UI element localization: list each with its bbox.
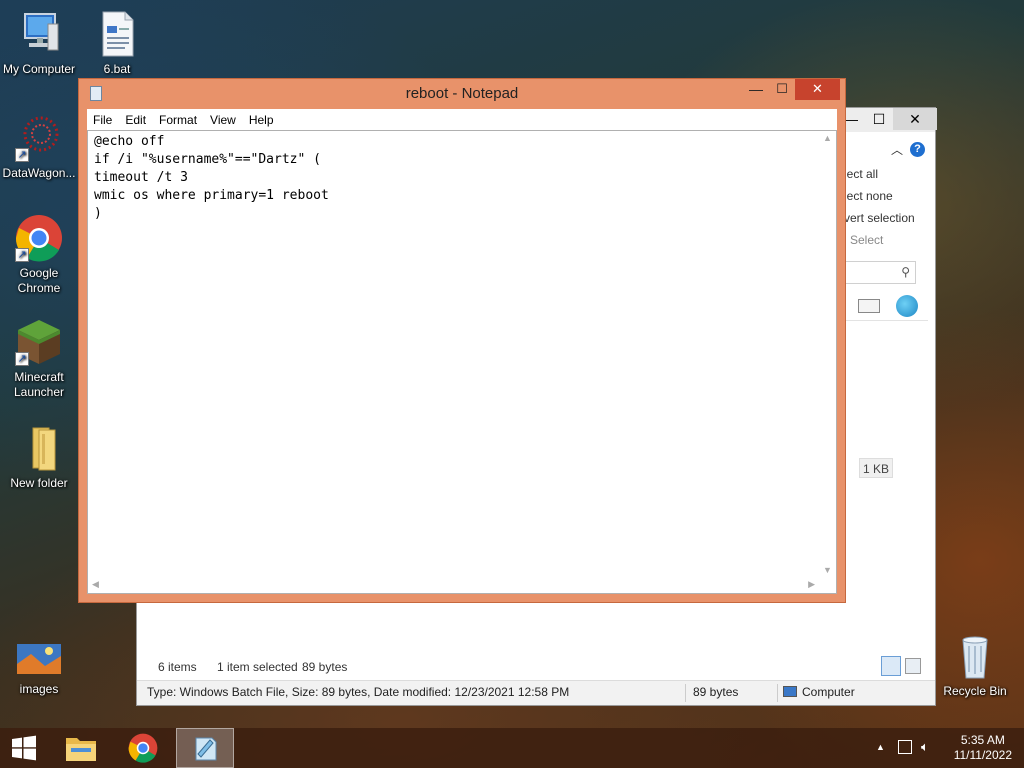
notepad-text-area[interactable]: @echo off if /i "%username%"=="Dartz" ( …	[87, 130, 837, 594]
folder-icon	[15, 424, 63, 472]
desktop-icon-label: images	[19, 682, 59, 696]
notepad-close-button[interactable]: ✕	[795, 79, 840, 100]
ribbon-select-group: lect all lect none vert selection Select	[844, 163, 928, 251]
windows-logo-icon	[12, 735, 36, 761]
file-explorer-icon	[66, 738, 96, 761]
computer-small-icon	[783, 686, 797, 697]
search-icon: ⚲	[901, 265, 910, 279]
menu-file[interactable]: File	[93, 113, 112, 127]
clock-time: 5:35 AM	[960, 733, 1005, 747]
scroll-right-icon[interactable]: ▶	[808, 579, 815, 590]
desktop-icon-label: Minecraft Launcher	[13, 370, 65, 399]
notepad-minimize-button[interactable]: —	[743, 79, 769, 101]
desktop-icon-minecraft-launcher[interactable]: ↗ Minecraft Launcher	[0, 318, 78, 400]
notepad-content[interactable]: @echo off if /i "%username%"=="Dartz" ( …	[94, 133, 329, 223]
batch-file-icon	[93, 10, 141, 58]
toolbar-row	[844, 293, 928, 321]
taskbar: ▲ 🔈︎ 5:35 AM 11/11/2022	[0, 728, 1024, 768]
details-file-info: Type: Windows Batch File, Size: 89 bytes…	[147, 685, 570, 699]
start-button[interactable]	[0, 728, 48, 768]
desktop-icon-label: 6.bat	[103, 62, 131, 76]
menu-edit[interactable]: Edit	[125, 113, 146, 127]
datawagon-icon: ↗	[15, 114, 63, 162]
clock-date: 11/11/2022	[953, 748, 1012, 762]
vertical-scrollbar[interactable]: ▲ ▼	[819, 131, 836, 576]
desktop-icon-6-bat[interactable]: 6.bat	[78, 10, 156, 77]
scroll-up-icon[interactable]: ▲	[823, 133, 832, 143]
help-icon[interactable]: ?	[910, 142, 925, 157]
notepad-menu-bar: File Edit Format View Help	[87, 109, 837, 130]
notepad-titlebar[interactable]: reboot - Notepad — ☐ ✕	[79, 79, 845, 109]
large-icons-view-icon[interactable]	[905, 658, 921, 674]
desktop-icon-images[interactable]: images	[0, 642, 78, 697]
globe-icon[interactable]	[896, 295, 918, 317]
shortcut-arrow-icon: ↗	[15, 352, 29, 366]
recycle-bin-icon	[951, 632, 999, 680]
details-view-icon[interactable]	[881, 656, 901, 676]
network-icon[interactable]	[898, 740, 912, 754]
desktop-icon-label: My Computer	[2, 62, 76, 76]
computer-icon	[15, 10, 63, 58]
status-selected-size: 89 bytes	[302, 660, 348, 674]
desktop-icon-new-folder[interactable]: New folder	[0, 424, 78, 491]
ribbon-invert-selection[interactable]: vert selection	[844, 207, 928, 229]
taskbar-file-explorer[interactable]	[52, 728, 110, 768]
notepad-window[interactable]: reboot - Notepad — ☐ ✕ File Edit Format …	[78, 78, 846, 603]
search-box[interactable]: ⚲	[844, 261, 916, 284]
ribbon-group-label: Select	[850, 233, 884, 247]
details-location: Computer	[802, 685, 855, 699]
desktop-icon-recycle-bin[interactable]: Recycle Bin	[936, 632, 1014, 699]
desktop-icon-google-chrome[interactable]: ↗ Google Chrome	[0, 214, 78, 296]
scroll-left-icon[interactable]: ◀	[92, 579, 99, 590]
notepad-maximize-button[interactable]: ☐	[769, 79, 795, 101]
desktop-icon-label: Google Chrome	[17, 266, 61, 295]
file-size-cell: 1 KB	[859, 458, 893, 478]
desktop-icon-my-computer[interactable]: My Computer	[0, 10, 78, 77]
shortcut-arrow-icon: ↗	[15, 148, 29, 162]
status-selected: 1 item selected	[217, 660, 298, 674]
taskbar-clock[interactable]: 5:35 AM 11/11/2022	[954, 733, 1012, 763]
status-items-count: 6 items	[158, 660, 197, 674]
desktop-icon-label: DataWagon...	[2, 166, 76, 180]
notepad-icon	[195, 737, 217, 761]
notepad-app-icon	[90, 86, 102, 101]
notepad-title: reboot - Notepad	[405, 85, 519, 102]
ribbon-select-none[interactable]: lect none	[844, 185, 928, 207]
desktop-icon-datawagon[interactable]: ↗ DataWagon...	[0, 114, 78, 181]
menu-help[interactable]: Help	[249, 113, 274, 127]
minecraft-icon: ↗	[15, 318, 63, 366]
taskbar-chrome[interactable]	[114, 728, 172, 768]
ribbon-select-all[interactable]: lect all	[844, 163, 928, 185]
ribbon-collapse-icon[interactable]: ︿	[891, 141, 903, 158]
image-file-icon	[15, 642, 63, 678]
details-size: 89 bytes	[693, 685, 739, 699]
email-icon[interactable]	[858, 299, 880, 313]
explorer-maximize-button[interactable]: ☐	[865, 108, 893, 130]
chrome-icon: ↗	[15, 214, 63, 262]
show-hidden-icons-icon[interactable]: ▲	[876, 742, 885, 752]
shortcut-arrow-icon: ↗	[15, 248, 29, 262]
desktop-icon-label: Recycle Bin	[943, 684, 1007, 698]
explorer-close-button[interactable]: ✕	[893, 108, 937, 130]
explorer-status-bar: 6 items 1 item selected 89 bytes	[137, 656, 935, 678]
volume-icon[interactable]: 🔈︎	[921, 739, 929, 755]
menu-format[interactable]: Format	[159, 113, 197, 127]
menu-view[interactable]: View	[210, 113, 236, 127]
scroll-down-icon[interactable]: ▼	[823, 565, 832, 575]
horizontal-scrollbar[interactable]: ◀ ▶	[88, 576, 819, 593]
chrome-icon	[128, 733, 158, 763]
taskbar-notepad[interactable]	[176, 728, 234, 768]
desktop-icon-label: New folder	[10, 476, 68, 490]
explorer-details-bar: Type: Windows Batch File, Size: 89 bytes…	[137, 680, 935, 705]
